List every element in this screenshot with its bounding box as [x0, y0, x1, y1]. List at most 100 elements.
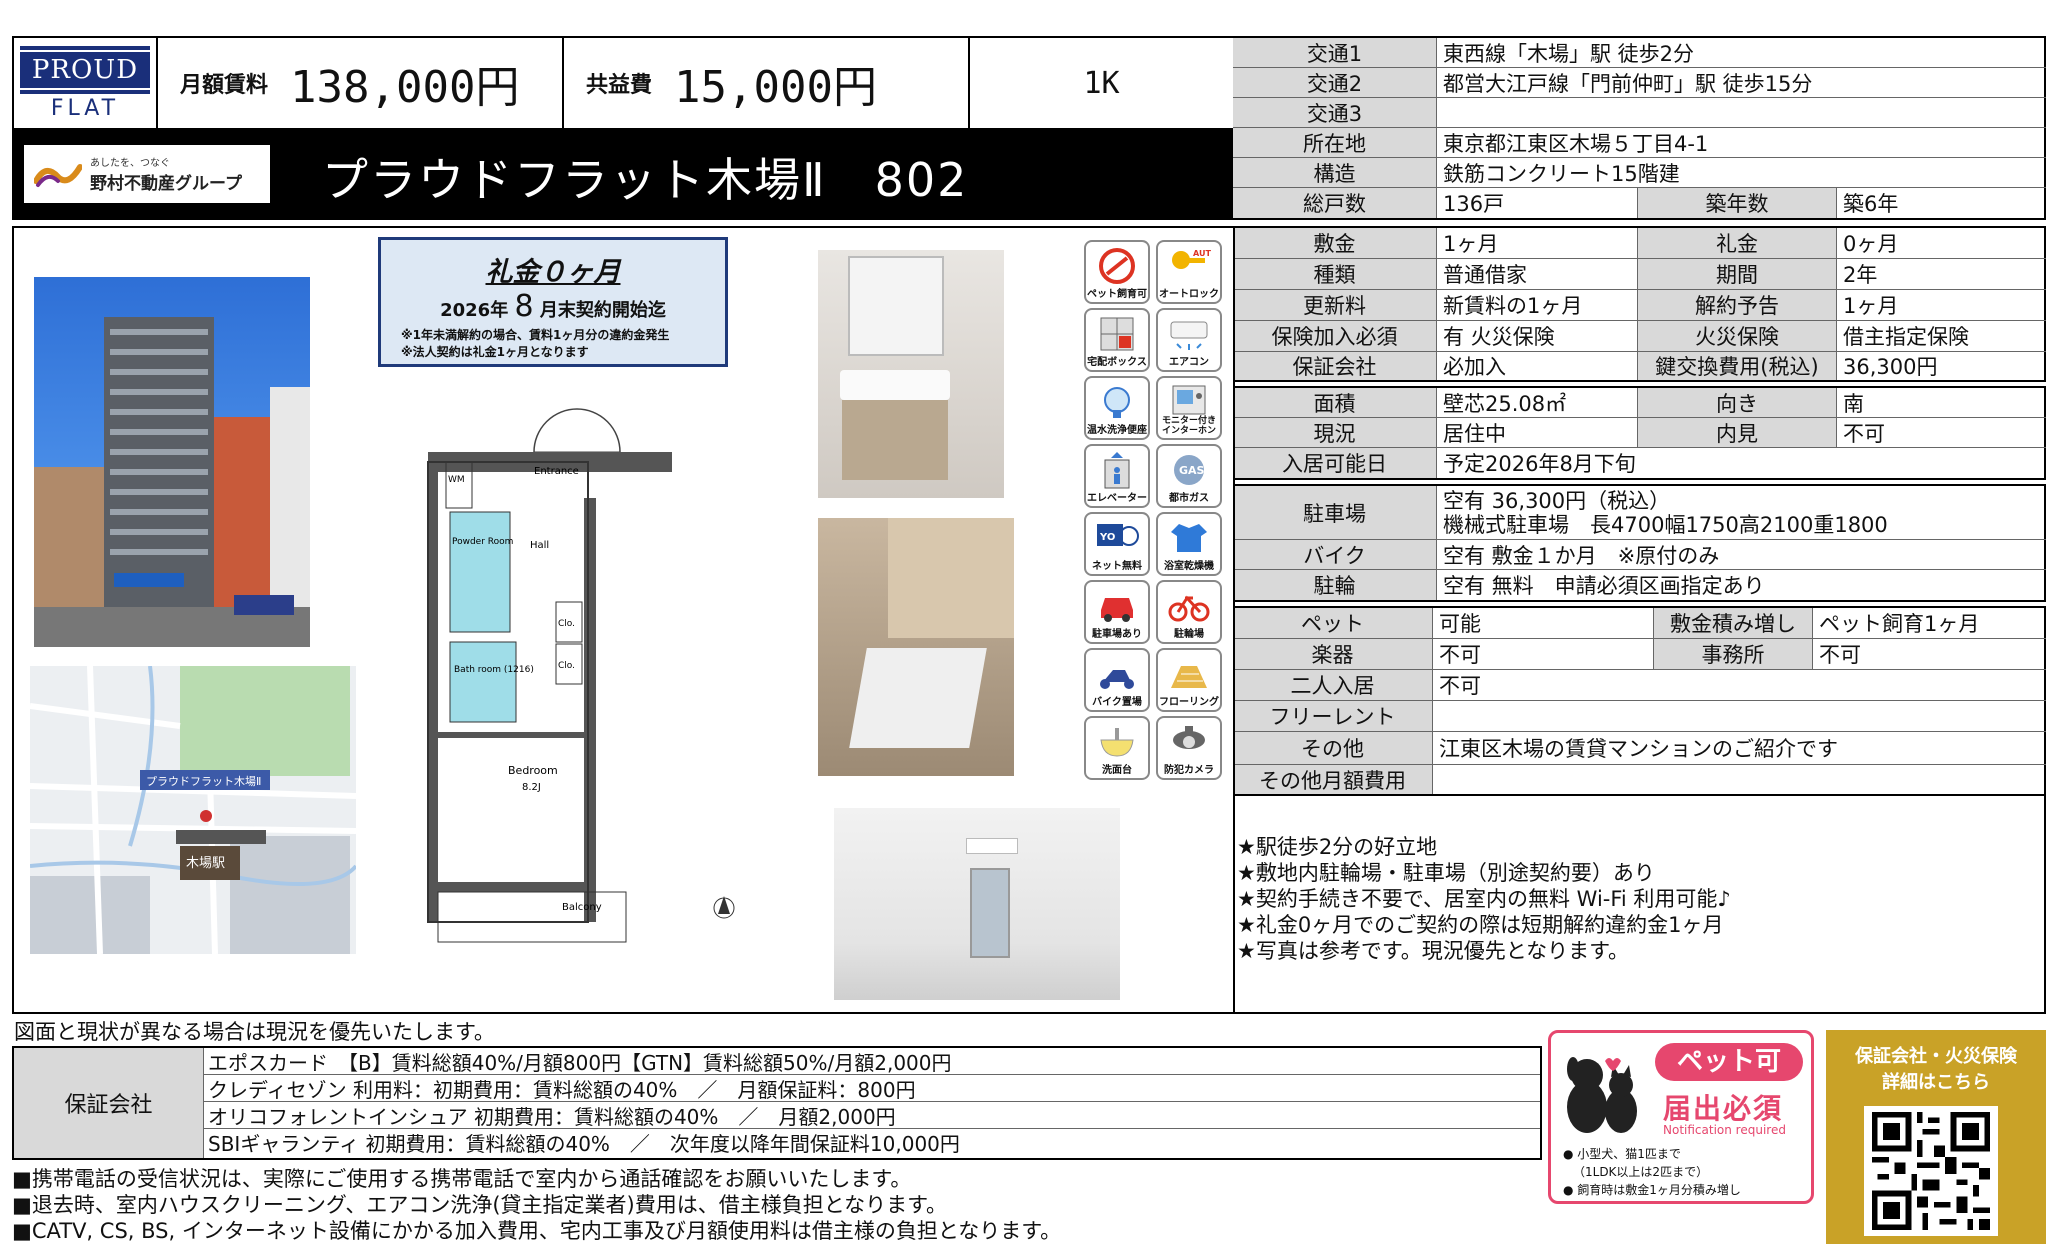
structure-value: 鉄筋コンクリート15階建 [1443, 161, 1680, 186]
amenity-flooring-label: フローリング [1159, 697, 1219, 708]
move-in-value: 予定2026年8月下旬 [1443, 452, 1636, 476]
kitchen-photo [818, 518, 1014, 776]
fp-powder: Powder Room [452, 537, 513, 547]
units-label: 総戸数 [1233, 188, 1437, 218]
map-illustration: プラウドフラット木場Ⅱ 木場駅 [30, 666, 356, 954]
amenity-washlet: 温水洗浄便座 [1084, 376, 1150, 440]
fp-balcony: Balcony [562, 902, 602, 913]
amenity-intercom-label: モニター付きインターホン [1161, 416, 1216, 436]
property-name: プラウドフラット木場Ⅱ 802 [322, 153, 969, 207]
amenity-bicycle-parking: 駐輪場 [1156, 580, 1222, 644]
access-2-label: 交通2 [1233, 68, 1437, 97]
extra-deposit-label: 敷金積み増し [1653, 608, 1813, 638]
deposit-value: 1ヶ月 [1443, 232, 1499, 256]
amenity-free-internet-label: ネット無料 [1092, 561, 1142, 572]
move-in-label: 入居可能日 [1233, 448, 1437, 478]
car-parking-line-2: 機械式駐車場 長4700幅1750高2100重1800 [1443, 512, 1888, 537]
company-logo-box: あしたを、つなぐ 野村不動産グループ [24, 145, 270, 203]
other-monthly-label: その他月額費用 [1233, 765, 1433, 794]
amenity-bike-parking: バイク置場 [1084, 648, 1150, 712]
kitchen-cabinet [888, 518, 1014, 638]
building-photo [34, 277, 310, 647]
svg-text:GAS: GAS [1179, 464, 1205, 477]
couple-label: 二人入居 [1233, 670, 1433, 700]
disclaimer: 図面と現状が異なる場合は現況を優先いたします。 [14, 1020, 495, 1044]
pet-icon [1099, 248, 1135, 284]
area-row: 面積 壁芯25.08㎡ 向き 南 [1233, 388, 2046, 418]
key-money-value: 0ヶ月 [1843, 232, 1899, 256]
washbasin-icon [1100, 728, 1134, 757]
campaign-title: 礼金０ヶ月 [485, 257, 621, 288]
access-row-2: 交通2 都営大江戸線「門前仲町」駅 徒歩15分 [1233, 68, 2046, 98]
access-1-label: 交通1 [1233, 38, 1437, 67]
structure-row: 構造 鉄筋コンクリート15階建 [1233, 158, 2046, 188]
highlight-2: ★敷地内駐輪場・駐車場（別途契約要）あり [1237, 861, 1655, 885]
fp-closet-2: Clo. [558, 661, 575, 671]
address-value: 東京都江東区木場５丁目4-1 [1443, 131, 1709, 156]
campaign-year: 2026年 [440, 300, 509, 321]
access-row-3: 交通3 [1233, 98, 2046, 128]
pet-label: ペット [1233, 608, 1433, 638]
rent-value: 138,000円 [290, 62, 520, 113]
status-value: 居住中 [1443, 421, 1506, 446]
renewal-value: 新賃料の1ヶ月 [1443, 294, 1583, 318]
washroom-photo [818, 250, 1004, 498]
amenity-washbasin-label: 洗面台 [1102, 765, 1132, 776]
amenity-flooring: フローリング [1156, 648, 1222, 712]
amenity-elevator: エレベーター [1084, 444, 1150, 508]
shirt-icon [1171, 524, 1207, 552]
car-parking-row: 駐車場 空有 36,300円（税込） 機械式駐車場 長4700幅1750高210… [1233, 486, 2046, 540]
scooter-icon [1100, 670, 1134, 689]
floor-plan-drawing: WM Entrance Powder Room Hall Bath room (… [427, 408, 735, 943]
move-in-row: 入居可能日 予定2026年8月下旬 [1233, 448, 2046, 478]
status-label: 現況 [1233, 418, 1437, 447]
fee-label: 共益費 [586, 73, 653, 98]
map-property-label: プラウドフラット木場Ⅱ [146, 775, 261, 788]
qr-code[interactable] [1864, 1106, 1998, 1236]
free-rent-row: フリーレント [1233, 701, 2046, 732]
proud-flat-logo: PROUD FLAT [20, 45, 150, 121]
bedroom-window [970, 868, 1010, 958]
amenity-washlet-label: 温水洗浄便座 [1087, 425, 1147, 436]
other-value: 江東区木場の賃貸マンションのご紹介です [1439, 737, 1838, 761]
fp-bedroom: Bedroom [508, 764, 558, 777]
direction-value: 南 [1843, 391, 1864, 416]
amenity-free-internet: YO ネット無料 [1084, 512, 1150, 576]
status-row: 現況 居住中 内見 不可 [1233, 418, 2046, 448]
logo-top-bar [20, 45, 150, 50]
amenity-car-parking-label: 駐車場あり [1092, 629, 1142, 640]
amenity-pet: ペット飼育可 [1084, 240, 1150, 304]
office-label: 事務所 [1653, 639, 1813, 669]
couple-value: 不可 [1439, 674, 1481, 698]
amenity-pet-label: ペット飼育可 [1087, 289, 1147, 300]
insurance-req-value: 有 火災保険 [1443, 325, 1555, 349]
qr-code-icon [1872, 1112, 1990, 1230]
guarantee-line-3: オリコフォレントインシュア 初期費用：賃料総額の40% ／ 月額2,000円 [204, 1102, 1540, 1129]
amenity-security-camera-label: 防犯カメラ [1164, 765, 1214, 776]
campaign-note-1: ※1年未満解約の場合、賃料1ヶ月分の違約金発生 [401, 328, 670, 342]
bike-parking-row: バイク 空有 敷金１か月 ※原付のみ [1233, 540, 2046, 570]
instrument-label: 楽器 [1233, 639, 1433, 669]
amenity-aircon-label: エアコン [1169, 357, 1209, 368]
contract-type-row: 種類 普通借家 期間 2年 [1233, 259, 2046, 290]
office-value: 不可 [1819, 643, 1861, 667]
highlight-3: ★契約手続き不要で、居室内の無料 Wi-Fi 利用可能♪ [1237, 887, 1731, 911]
amenity-security-camera: 防犯カメラ [1156, 716, 1222, 780]
guarantee-label: 保証会社 [14, 1048, 204, 1158]
address-row: 所在地 東京都江東区木場５丁目4-1 [1233, 128, 2046, 158]
other-row: その他 江東区木場の賃貸マンションのご紹介です [1233, 732, 2046, 765]
address-label: 所在地 [1233, 128, 1437, 157]
amenity-bath-dryer-label: 浴室乾燥機 [1164, 561, 1214, 572]
title-bar: あしたを、つなぐ 野村不動産グループ プラウドフラット木場Ⅱ 802 [12, 128, 1235, 220]
highlight-5: ★写真は参考です。現況優先となります。 [1237, 939, 1629, 963]
amenity-delivery-box: 宅配ボックス [1084, 308, 1150, 372]
area-map: プラウドフラット木場Ⅱ 木場駅 [30, 666, 356, 954]
amenity-elevator-label: エレベーター [1087, 493, 1147, 504]
elevator-icon [1104, 452, 1130, 489]
fp-bath: Bath room (1216) [454, 665, 534, 675]
flooring-icon [1171, 666, 1207, 688]
renewal-label: 更新料 [1233, 290, 1437, 320]
floor-plan: WM Entrance Powder Room Hall Bath room (… [424, 402, 760, 970]
pet-note-3: ● 飼育時は敷金1ヶ月分積み増し [1563, 1183, 1741, 1197]
washroom-sink [840, 370, 950, 400]
